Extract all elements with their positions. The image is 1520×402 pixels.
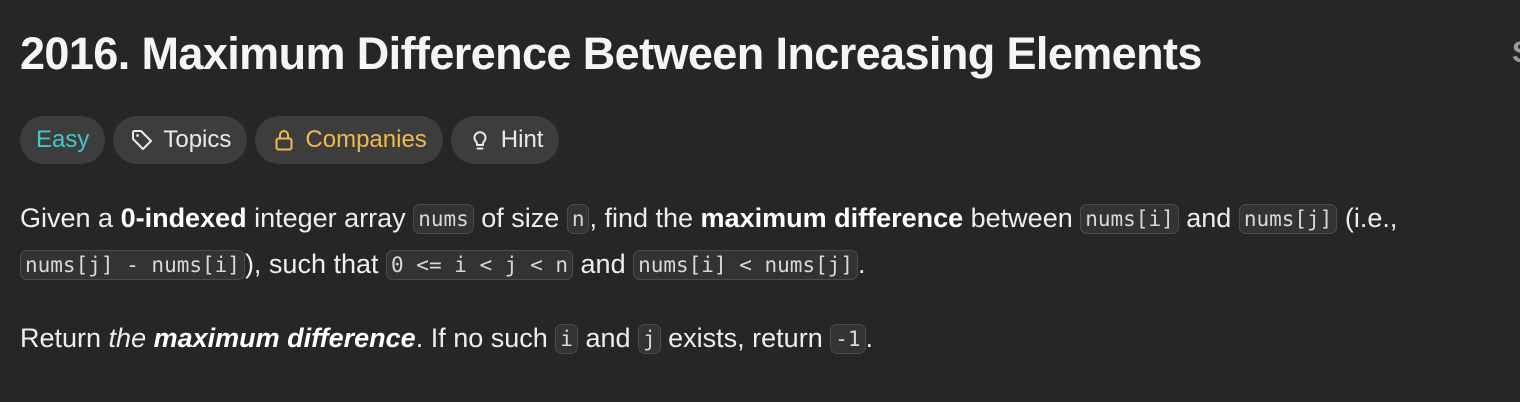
topics-button[interactable]: Topics: [113, 116, 248, 164]
hint-button[interactable]: Hint: [450, 116, 560, 164]
inline-code: nums[i] < nums[j]: [633, 250, 859, 280]
inline-code: i: [555, 324, 578, 354]
inline-code: 0 <= i < j < n: [386, 250, 574, 280]
inline-code: j: [638, 324, 661, 354]
bold-italic-text: maximum difference: [153, 323, 416, 353]
difficulty-badge: Easy: [20, 116, 106, 164]
text-run: and: [573, 249, 634, 279]
inline-code: nums: [413, 204, 474, 234]
text-run: Given a: [20, 203, 121, 233]
bold-text: 0-indexed: [120, 203, 247, 233]
tag-row: Easy Topics Companies Hint: [20, 116, 560, 164]
text-run: exists, return: [660, 323, 831, 353]
inline-code: nums[j] - nums[i]: [20, 250, 245, 280]
text-run: of size: [473, 203, 567, 233]
bold-text: maximum difference: [700, 203, 964, 233]
topics-label: Topics: [163, 126, 232, 153]
inline-code: nums[i]: [1080, 204, 1179, 234]
companies-button[interactable]: Companies: [255, 116, 443, 164]
text-run: between: [963, 203, 1081, 233]
inline-code: n: [566, 204, 590, 234]
return-paragraph: Return the maximum difference. If no suc…: [20, 316, 1520, 362]
inline-code: nums[j]: [1238, 204, 1338, 234]
description-paragraph: Given a 0-indexed integer array nums of …: [20, 196, 1520, 288]
text-run: integer array: [246, 203, 414, 233]
text-run: Return: [20, 323, 109, 353]
problem-title: 2016. Maximum Difference Between Increas…: [20, 28, 1202, 79]
text-run: , find the: [589, 203, 701, 233]
text-run: and: [577, 323, 638, 353]
hint-label: Hint: [500, 126, 544, 153]
text-run: and: [1178, 203, 1239, 233]
lock-icon: [271, 127, 297, 153]
lightbulb-icon: [467, 127, 493, 153]
text-run: .: [858, 249, 866, 279]
text-run: ), such that: [244, 249, 387, 279]
problem-description: Given a 0-indexed integer array nums of …: [20, 196, 1520, 362]
inline-code: -1: [830, 324, 866, 354]
tag-icon: [129, 127, 155, 153]
text-run: . If no such: [415, 323, 556, 353]
companies-label: Companies: [305, 126, 427, 153]
difficulty-label: Easy: [36, 126, 90, 153]
italic-text: the: [108, 323, 154, 353]
text-run: (i.e.,: [1337, 203, 1398, 233]
text-run: .: [865, 323, 874, 353]
truncated-toolbar-glyph[interactable]: S: [1512, 38, 1520, 68]
